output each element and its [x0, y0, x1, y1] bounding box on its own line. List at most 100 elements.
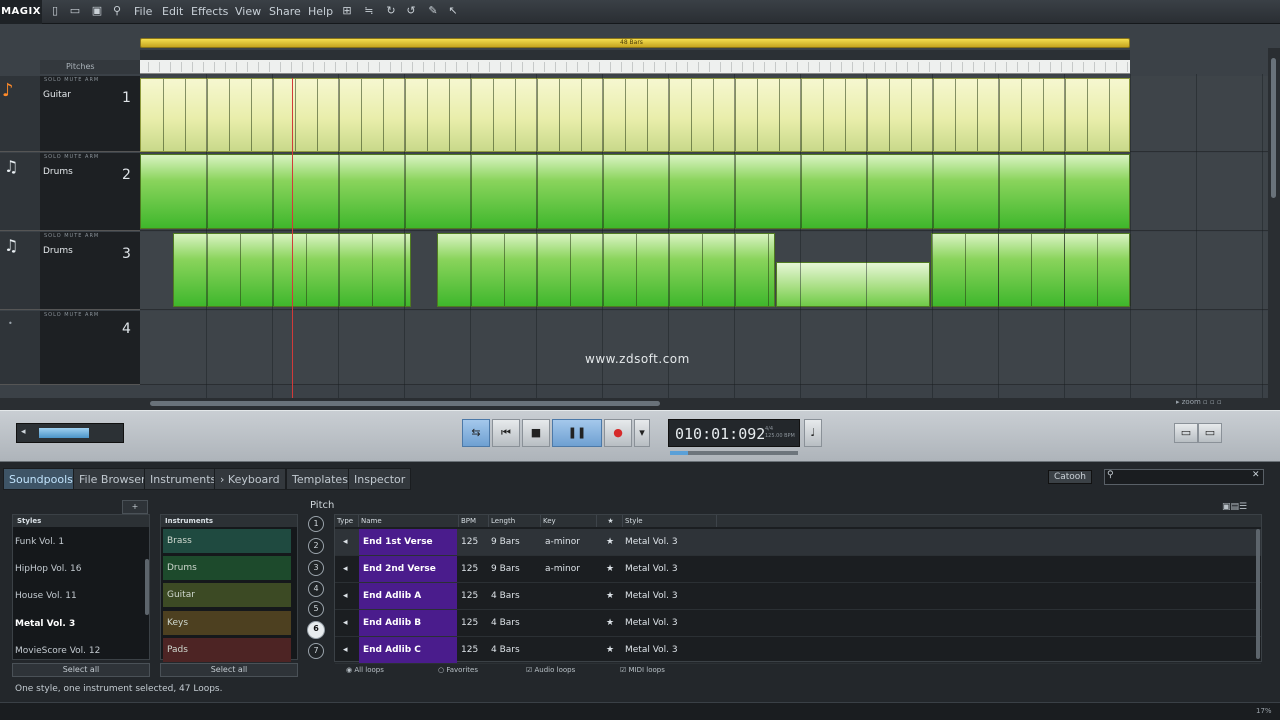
pitch-button-2[interactable]: 2 — [308, 538, 324, 554]
vertical-scroll-thumb[interactable] — [1271, 58, 1276, 198]
chord-cell[interactable] — [548, 62, 556, 72]
chord-cell[interactable] — [460, 62, 468, 72]
instrument-drums[interactable]: Drums — [163, 556, 291, 580]
vertical-scrollbar[interactable] — [1268, 48, 1280, 398]
track-controls[interactable]: SOLO MUTE ARM — [44, 154, 99, 160]
chord-cell[interactable] — [691, 62, 699, 72]
chord-cell[interactable] — [845, 62, 853, 72]
chord-cell[interactable] — [240, 62, 248, 72]
select-all-instruments-button[interactable]: Select all — [160, 663, 298, 677]
menu-help[interactable]: Help — [308, 5, 333, 18]
chord-cell[interactable] — [988, 62, 996, 72]
chord-cell[interactable] — [955, 62, 963, 72]
drums-clip[interactable] — [931, 233, 1131, 307]
chord-cell[interactable] — [262, 62, 270, 72]
chord-cell[interactable] — [933, 62, 941, 72]
chord-cell[interactable] — [757, 62, 765, 72]
guitar-track-icon[interactable]: ♪ — [0, 76, 40, 152]
chord-cell[interactable] — [581, 62, 589, 72]
menu-edit[interactable]: Edit — [162, 5, 183, 18]
chord-cell[interactable] — [328, 62, 336, 72]
view-mode-icons[interactable]: ▣▤☰ — [1222, 502, 1247, 512]
chord-cell[interactable] — [416, 62, 424, 72]
chord-cell[interactable] — [669, 62, 677, 72]
loop-row[interactable]: ◂ End 2nd Verse 125 9 Bars a-minor ★ Metal Vol… — [335, 556, 1261, 583]
chord-cell[interactable] — [570, 62, 578, 72]
chord-cell[interactable] — [493, 62, 501, 72]
drums-clip[interactable] — [437, 233, 775, 307]
record-options-button[interactable]: ▾ — [634, 419, 650, 447]
chord-cell[interactable] — [614, 62, 622, 72]
chord-cell[interactable] — [284, 62, 292, 72]
redo-icon[interactable]: ↻ — [384, 4, 398, 18]
styles-scrollbar[interactable] — [145, 559, 149, 615]
catooh-button[interactable]: Catooh — [1048, 470, 1092, 484]
chord-cell[interactable] — [911, 62, 919, 72]
chord-cell[interactable] — [394, 62, 402, 72]
option-audio-loops[interactable]: ☑ Audio loops — [526, 666, 575, 674]
pause-button[interactable]: ❚❚ — [552, 419, 602, 447]
pointer-icon[interactable]: ↖ — [446, 4, 460, 18]
drums-clip[interactable] — [140, 154, 1130, 229]
chord-cell[interactable] — [1010, 62, 1018, 72]
search-input[interactable] — [1104, 469, 1264, 485]
chord-cell[interactable] — [999, 62, 1007, 72]
chord-cell[interactable] — [625, 62, 633, 72]
loop-favorite-star[interactable]: ★ — [606, 591, 614, 601]
instrument-keys[interactable]: Keys — [163, 611, 291, 635]
tab-inspector[interactable]: Inspector — [348, 468, 412, 490]
chord-cell[interactable] — [1032, 62, 1040, 72]
chord-cell[interactable] — [1120, 62, 1128, 72]
instrument-guitar[interactable]: Guitar — [163, 583, 291, 607]
mode-icon[interactable]: ≒ — [362, 4, 376, 18]
option-all-loops[interactable]: ◉ All loops — [346, 666, 384, 674]
chord-cell[interactable] — [801, 62, 809, 72]
chord-cell[interactable] — [482, 62, 490, 72]
chord-cell[interactable] — [372, 62, 380, 72]
col-bpm[interactable]: BPM — [459, 515, 489, 527]
chord-cell[interactable] — [768, 62, 776, 72]
record-button[interactable]: ● — [604, 419, 632, 447]
tab-keyboard[interactable]: › Keyboard — [214, 468, 286, 490]
track-controls[interactable]: SOLO MUTE ARM — [44, 77, 99, 83]
chord-cell[interactable] — [218, 62, 226, 72]
chord-cell[interactable] — [526, 62, 534, 72]
add-style-button[interactable]: + Add — [122, 500, 148, 523]
playhead[interactable] — [292, 78, 293, 414]
chord-cell[interactable] — [306, 62, 314, 72]
col-key[interactable]: Key — [541, 515, 597, 527]
chord-cell[interactable] — [350, 62, 358, 72]
chord-cell[interactable] — [779, 62, 787, 72]
select-all-styles-button[interactable]: Select all — [12, 663, 150, 677]
chord-cell[interactable] — [812, 62, 820, 72]
style-item[interactable]: Funk Vol. 1 — [15, 537, 64, 547]
pitch-button-5[interactable]: 5 — [308, 601, 324, 617]
pitch-button-1[interactable]: 1 — [308, 516, 324, 532]
menu-file[interactable]: File — [134, 5, 152, 18]
chord-cell[interactable] — [889, 62, 897, 72]
tab-templates[interactable]: Templates — [286, 468, 354, 490]
chord-cell[interactable] — [944, 62, 952, 72]
col-length[interactable]: Length — [489, 515, 541, 527]
loop-favorite-star[interactable]: ★ — [606, 537, 614, 547]
loop-row[interactable]: ◂ End Adlib C 125 4 Bars ★ Metal Vol. 3 — [335, 637, 1261, 664]
chord-cell[interactable] — [163, 62, 171, 72]
chord-cell[interactable] — [207, 62, 215, 72]
chord-cell[interactable] — [735, 62, 743, 72]
chord-cell[interactable] — [592, 62, 600, 72]
menu-view[interactable]: View — [235, 5, 261, 18]
tab-soundpools[interactable]: Soundpools — [3, 468, 79, 490]
chord-cell[interactable] — [823, 62, 831, 72]
tab-instruments[interactable]: Instruments — [144, 468, 223, 490]
metronome-button[interactable]: ♩ — [804, 419, 822, 447]
style-item[interactable]: MovieScore Vol. 12 — [15, 646, 100, 656]
chord-cell[interactable] — [603, 62, 611, 72]
chord-cell[interactable] — [1043, 62, 1051, 72]
loop-favorite-star[interactable]: ★ — [606, 564, 614, 574]
chord-cell[interactable] — [647, 62, 655, 72]
chord-cell[interactable] — [317, 62, 325, 72]
drums-track-icon[interactable]: ♫ — [0, 232, 40, 310]
chord-cell[interactable] — [746, 62, 754, 72]
chord-cell[interactable] — [867, 62, 875, 72]
chord-cell[interactable] — [174, 62, 182, 72]
